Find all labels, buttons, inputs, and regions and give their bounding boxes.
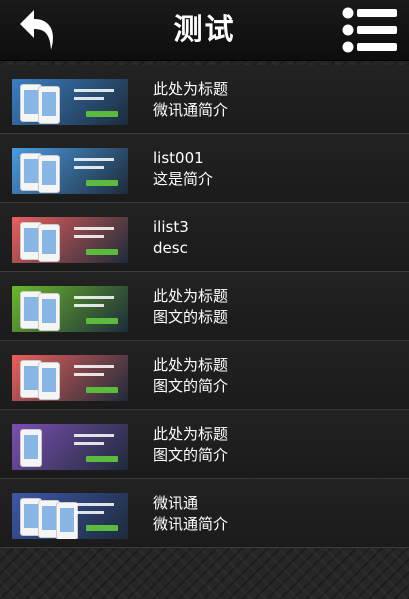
item-desc: desc — [153, 239, 188, 257]
item-thumbnail — [12, 355, 128, 401]
item-title: 此处为标题 — [153, 425, 229, 443]
thumb-button-graphic — [86, 249, 118, 255]
thumb-text-line — [74, 373, 104, 376]
thumb-text-line — [74, 296, 114, 299]
thumb-text-line — [74, 365, 114, 368]
thumb-text-line — [74, 503, 114, 506]
item-thumbnail — [12, 148, 128, 194]
item-title: 此处为标题 — [153, 80, 229, 98]
thumb-button-graphic — [86, 387, 118, 393]
item-desc: 图文的简介 — [153, 377, 229, 395]
back-button[interactable] — [14, 6, 62, 54]
list-item[interactable]: 此处为标题 图文的简介 — [0, 341, 409, 410]
thumb-text-line — [74, 97, 104, 100]
article-list: 此处为标题 微讯通简介 list001 这是简介 ilist3 desc 此处为… — [0, 65, 409, 548]
thumb-text-line — [74, 434, 114, 437]
item-title: ilist3 — [153, 218, 189, 236]
menu-button[interactable] — [341, 6, 399, 54]
item-thumbnail — [12, 493, 128, 539]
thumb-text-line — [74, 304, 104, 307]
thumb-button-graphic — [86, 525, 118, 531]
item-thumbnail — [12, 424, 128, 470]
item-thumbnail — [12, 79, 128, 125]
item-title: 微讯通 — [153, 494, 199, 512]
thumb-text-line — [74, 166, 104, 169]
item-title: 此处为标题 — [153, 287, 229, 305]
list-item[interactable]: ilist3 desc — [0, 203, 409, 272]
list-item[interactable]: 此处为标题 图文的标题 — [0, 272, 409, 341]
item-desc: 微讯通简介 — [153, 515, 229, 533]
thumb-phone-graphic — [56, 502, 78, 539]
item-thumbnail — [12, 286, 128, 332]
thumb-text-line — [74, 158, 114, 161]
back-arrow-icon — [20, 10, 53, 50]
item-desc: 微讯通简介 — [153, 101, 229, 119]
thumb-text-line — [74, 235, 104, 238]
thumb-button-graphic — [86, 111, 118, 117]
item-desc: 这是简介 — [153, 170, 214, 188]
item-title: 此处为标题 — [153, 356, 229, 374]
thumb-phone-graphic — [38, 86, 60, 124]
thumb-text-line — [74, 511, 104, 514]
thumb-button-graphic — [86, 318, 118, 324]
item-thumbnail — [12, 217, 128, 263]
thumb-button-graphic — [86, 180, 118, 186]
thumb-phone-graphic — [20, 429, 42, 467]
item-desc: 图文的简介 — [153, 446, 229, 464]
list-item[interactable]: list001 这是简介 — [0, 134, 409, 203]
list-item[interactable]: 此处为标题 微讯通简介 — [0, 65, 409, 134]
thumb-text-line — [74, 442, 104, 445]
page-title: 测试 — [173, 12, 236, 46]
item-desc: 图文的标题 — [153, 308, 229, 326]
thumb-phone-graphic — [38, 224, 60, 262]
thumb-text-line — [74, 227, 114, 230]
list-item[interactable]: 此处为标题 图文的简介 — [0, 410, 409, 479]
thumb-phone-graphic — [38, 293, 60, 331]
thumb-text-line — [74, 89, 114, 92]
thumb-phone-graphic — [38, 362, 60, 400]
item-title: list001 — [153, 149, 204, 167]
thumb-button-graphic — [86, 456, 118, 462]
list-menu-icon — [342, 7, 397, 53]
list-item[interactable]: 微讯通 微讯通简介 — [0, 479, 409, 548]
thumb-phone-graphic — [38, 155, 60, 193]
top-bar: 测试 — [0, 0, 409, 61]
